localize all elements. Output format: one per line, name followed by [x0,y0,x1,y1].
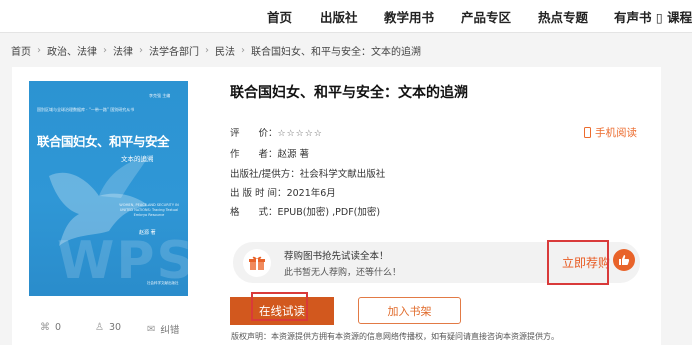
chevron-right-icon: › [103,45,107,56]
author-row: 作 者：赵源 著 [230,146,309,160]
rating-row: 评 价：☆☆☆☆☆ [230,125,323,139]
recommend-subtext: 此书暂无人荐购，还等什么！ [284,268,402,278]
publisher-row: 出版社/提供方：社会科学文献出版社 [230,166,385,180]
format-label: 格 式： [230,207,278,218]
breadcrumb-law[interactable]: 法律 [113,43,133,58]
cover-english-title: WOMEN, PEACE AND SECURITY IN UNITED NATI… [119,203,179,217]
cover-editor: 李克强 主编 [149,93,171,98]
thumbs-up-icon[interactable] [613,249,635,271]
reader-count: ♙ 30 [95,322,121,333]
publisher-label: 出版社/提供方： [230,169,300,180]
publish-date-label: 出 版 时 间： [230,188,287,199]
author-label: 作 者： [230,149,278,160]
author-value[interactable]: 赵源 著 [278,149,310,160]
chevron-right-icon: › [241,45,245,56]
nav-item-home[interactable]: 首页 [267,7,292,26]
cover-subtitle: 文本的追溯 [121,155,154,163]
chevron-right-icon: › [205,45,209,56]
format-value: EPUB(加密) ,PDF(加密) [277,207,381,218]
breadcrumb-current: 联合国妇女、和平与安全：文本的追溯 [251,47,421,58]
rating-label: 评 价： [230,128,278,139]
cover-title: 联合国妇女、和平与安全 [37,134,170,149]
nav-item-topics[interactable]: 热点专题 [538,7,588,26]
cover-publisher: 社会科学文献出版社 [147,281,179,285]
publisher-value[interactable]: 社会科学文献出版社 [300,169,386,180]
cover-author: 赵源 著 [139,230,156,236]
mail-icon: ✉ [147,323,156,335]
copyright-notice: 版权声明：本资源提供方拥有本资源的信息网络传播权，如有疑问请直接咨询本资源提供方… [231,332,559,341]
highlight-box-recommend [547,240,609,285]
breadcrumb-civil-law[interactable]: 民法 [215,43,235,58]
errata-link[interactable]: ✉ 纠错 [147,322,180,337]
cover-series: 国别区域与全球治理数据库 · “一带一路” 国别研究从书 [37,107,135,112]
errata-label: 纠错 [160,325,180,336]
rating-stars[interactable]: ☆☆☆☆☆ [278,129,323,139]
reader-count-value: 30 [108,322,122,333]
highlight-box-read-online [251,292,308,321]
phone-icon [584,127,591,138]
nav-item-products[interactable]: 产品专区 [461,7,511,26]
top-navigation: 首页 出版社 教学用书 产品专区 热点专题 有声书 ▯ 课程 [0,0,692,33]
recommend-headline: 荐购图书抢先试读全本！ [284,251,389,262]
publish-date-row: 出 版 时 间：2021年6月 [230,185,336,199]
book-title: 联合国妇女、和平与安全：文本的追溯 [230,85,468,101]
share-count-value: 0 [55,322,62,333]
format-row: 格 式：EPUB(加密) ,PDF(加密) [230,204,380,218]
nav-item-textbooks[interactable]: 教学用书 [384,7,434,26]
share-count[interactable]: ⌘ 0 [40,322,61,333]
share-icon: ⌘ [40,322,50,333]
add-to-shelf-button[interactable]: 加入书架 [358,297,461,324]
gift-icon [243,249,271,277]
breadcrumb-home[interactable]: 首页 [11,43,31,58]
nav-item-publishers[interactable]: 出版社 [320,7,358,26]
chevron-right-icon: › [37,45,41,56]
breadcrumb-politics-law[interactable]: 政治、法律 [47,43,97,58]
book-cover[interactable]: 李克强 主编 国别区域与全球治理数据库 · “一带一路” 国别研究从书 WPS … [29,81,188,296]
mobile-read-label: 手机阅读 [595,127,637,139]
chevron-right-icon: › [139,45,143,56]
mobile-read-link[interactable]: 手机阅读 [584,125,637,140]
publish-date-value: 2021年6月 [286,188,336,199]
user-icon: ♙ [95,322,104,333]
breadcrumb-law-branches[interactable]: 法学各部门 [149,43,199,58]
nav-item-audiobooks-courses[interactable]: 有声书 ▯ 课程 [614,7,692,26]
breadcrumb: 首页 › 政治、法律 › 法律 › 法学各部门 › 民法 › 联合国妇女、和平与… [11,43,421,58]
